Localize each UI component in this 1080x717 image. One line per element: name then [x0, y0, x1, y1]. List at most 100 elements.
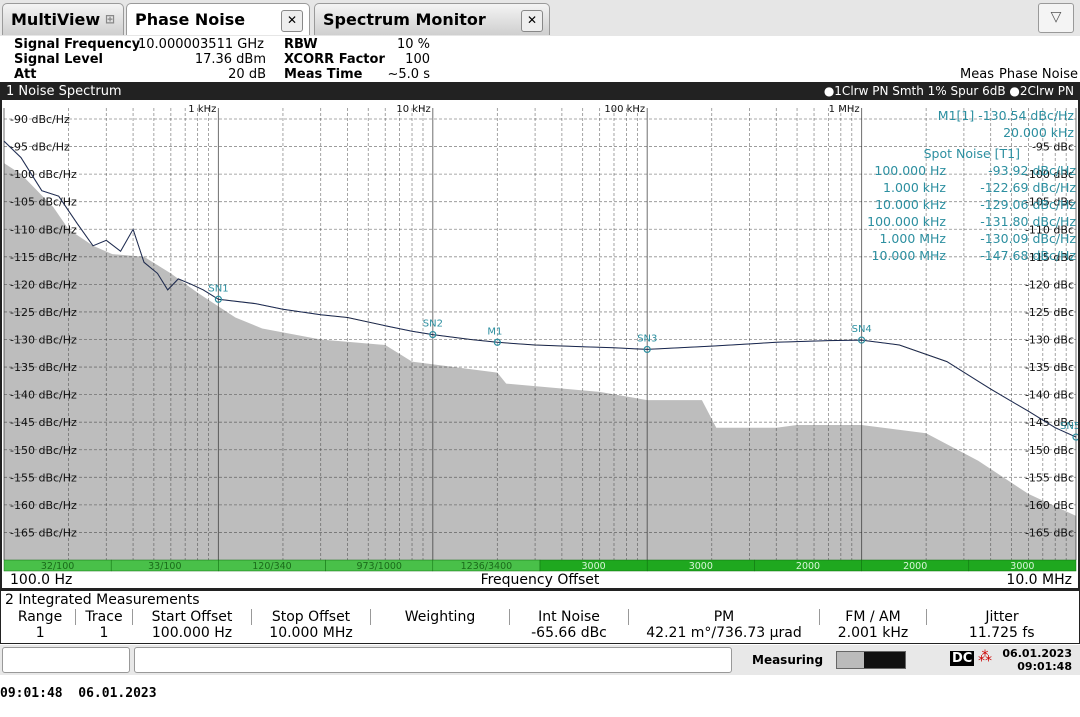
signal-level-label: Signal Level: [14, 52, 103, 67]
xcorr-label: 3000: [582, 561, 606, 572]
y-tick-label: -115 dBc/Hz: [10, 251, 77, 264]
y-tick-label-right: -165 dBc: [1025, 526, 1074, 539]
spot-noise-freq: 10.000 kHz: [875, 197, 946, 212]
col-header: Weighting: [370, 609, 510, 625]
xcorr-label: 3000: [1010, 561, 1034, 572]
tab-label: Phase Noise: [135, 10, 246, 29]
tab-label: MultiView: [11, 10, 101, 29]
y-tick-label-right: -95 dBc: [1032, 141, 1074, 154]
spot-noise-value: -131.80 dBc/Hz: [980, 214, 1076, 229]
screenshot-timestamp: 09:01:48 06.01.2023: [0, 686, 157, 701]
marker-readout-freq: 20.000 kHz: [1003, 125, 1074, 140]
progress-bar: [836, 651, 906, 669]
spot-noise-value: -122.69 dBc/Hz: [980, 180, 1076, 195]
start-frequency: 100.0 Hz: [10, 572, 72, 588]
xcorr-label: 3000: [689, 561, 713, 572]
spot-noise-freq: 10.000 MHz: [872, 248, 947, 263]
spot-noise-value: -130.09 dBc/Hz: [980, 231, 1076, 246]
signal-frequency-label: Signal Frequency: [14, 37, 141, 52]
y-tick-label: -130 dBc/Hz: [10, 334, 77, 347]
tab-bar: MultiView ⊞ Phase Noise ✕ Spectrum Monit…: [0, 0, 1080, 37]
status-message-field[interactable]: [134, 647, 732, 673]
col-header: Trace: [75, 609, 133, 625]
tab-spectrum-monitor[interactable]: Spectrum Monitor ✕: [314, 3, 550, 35]
table-row[interactable]: 1 1 100.000 Hz 10.000 MHz -65.66 dBc 42.…: [5, 625, 1077, 641]
marker-label: SN5: [1060, 421, 1078, 432]
network-icon: ⁂: [978, 649, 992, 665]
col-header: Int Noise: [509, 609, 629, 625]
tab-multiview[interactable]: MultiView ⊞: [2, 3, 124, 35]
meas-time-value: ~5.0 s: [387, 67, 430, 82]
marker-label: SN3: [637, 333, 657, 344]
table-cell: 100.000 Hz: [151, 625, 233, 641]
marker-label: SN1: [208, 283, 228, 294]
table-cell: 11.725 fs: [968, 625, 1035, 641]
xcorr-label: 2000: [796, 561, 820, 572]
close-icon[interactable]: ✕: [281, 10, 303, 32]
x-tick-label: 10 kHz: [396, 104, 430, 115]
x-tick-label: 1 kHz: [188, 104, 216, 115]
y-tick-label: -135 dBc/Hz: [10, 361, 77, 374]
y-tick-label: -110 dBc/Hz: [10, 223, 77, 236]
phase-noise-chart[interactable]: -90 dBc/Hz -95 dBc/Hz -100 dBc/Hz -105 dBc/…: [2, 100, 1078, 588]
dc-badge: DC: [950, 651, 975, 666]
att-label: Att: [14, 67, 37, 82]
y-tick-label: -150 dBc/Hz: [10, 444, 77, 457]
col-header: FM / AM: [819, 609, 927, 625]
chevron-down-icon[interactable]: ▽: [1038, 3, 1074, 33]
xcorr-label: 973/1000: [356, 561, 402, 572]
status-field[interactable]: [2, 647, 130, 673]
spot-noise-freq: 1.000 kHz: [883, 180, 946, 195]
tab-phase-noise[interactable]: Phase Noise ✕: [126, 3, 310, 35]
measuring-label: Measuring: [752, 653, 824, 667]
y-tick-label: -90 dBc/Hz: [10, 113, 70, 126]
spot-noise-freq: 100.000 kHz: [867, 214, 946, 229]
rbw-value: 10 %: [396, 37, 430, 52]
y-tick-label-right: -130 dBc: [1025, 334, 1074, 347]
col-header: PM: [628, 609, 820, 625]
integrated-title: 2 Integrated Measurements: [5, 592, 200, 608]
y-tick-label: -145 dBc/Hz: [10, 416, 77, 429]
y-tick-label-right: -120 dBc: [1025, 278, 1074, 291]
xcorr-label: XCORR Factor: [284, 52, 385, 67]
y-tick-label-right: -160 dBc: [1025, 499, 1074, 512]
y-tick-label-right: -135 dBc: [1025, 361, 1074, 374]
grid-icon: ⊞: [104, 12, 115, 26]
x-tick-label: 1 MHz: [829, 104, 860, 115]
spot-noise-value: -93.92 dBc/Hz: [988, 163, 1076, 178]
meas-time-label: Meas Time: [284, 67, 363, 82]
spot-noise-title: Spot Noise [T1]: [924, 146, 1020, 161]
stop-frequency: 10.0 MHz: [1006, 572, 1072, 588]
trace-info: ●1Clrw PN Smth 1% Spur 6dB ●2Clrw PN: [823, 84, 1074, 98]
close-icon[interactable]: ✕: [521, 10, 543, 32]
spot-noise-freq: 1.000 MHz: [879, 231, 946, 246]
spot-noise-freq: 100.000 Hz: [874, 163, 946, 178]
marker-label: SN4: [852, 324, 872, 335]
table-cell: 1: [35, 625, 45, 641]
y-tick-label-right: -140 dBc: [1025, 389, 1074, 402]
col-header: Jitter: [985, 609, 1019, 625]
x-axis-title: Frequency Offset: [481, 572, 600, 588]
status-time: 09:01:48: [1017, 660, 1072, 673]
signal-frequency: 10.000003511 GHz: [138, 37, 264, 52]
y-tick-label: -125 dBc/Hz: [10, 306, 77, 319]
table-cell: 2.001 kHz: [837, 625, 909, 641]
spot-noise-value: -147.68 dBc/Hz: [980, 248, 1076, 263]
table-cell: 42.21 m°/736.73 µrad: [646, 625, 802, 641]
y-tick-label: -160 dBc/Hz: [10, 499, 77, 512]
xcorr-label: 120/340: [252, 561, 291, 572]
window-title-bar: 1 Noise Spectrum ●1Clrw PN Smth 1% Spur …: [2, 84, 1078, 100]
att-value: 20 dB: [228, 67, 266, 82]
marker-label: M1: [487, 326, 502, 337]
meas-label: Meas: [960, 67, 994, 82]
marker-readout: M1[1] -130.54 dBc/Hz: [938, 108, 1075, 123]
y-tick-label: -95 dBc/Hz: [10, 141, 70, 154]
measurement-setup: Signal Frequency 10.000003511 GHz Signal…: [0, 36, 1080, 82]
signal-level: 17.36 dBm: [194, 52, 266, 67]
tab-label: Spectrum Monitor: [323, 10, 486, 29]
table-cell: [371, 625, 510, 641]
integrated-table: Range Trace Start Offset Stop Offset Wei…: [5, 609, 1077, 641]
y-tick-label: -140 dBc/Hz: [10, 389, 77, 402]
rbw-label: RBW: [284, 37, 318, 52]
col-header: Stop Offset: [251, 609, 371, 625]
